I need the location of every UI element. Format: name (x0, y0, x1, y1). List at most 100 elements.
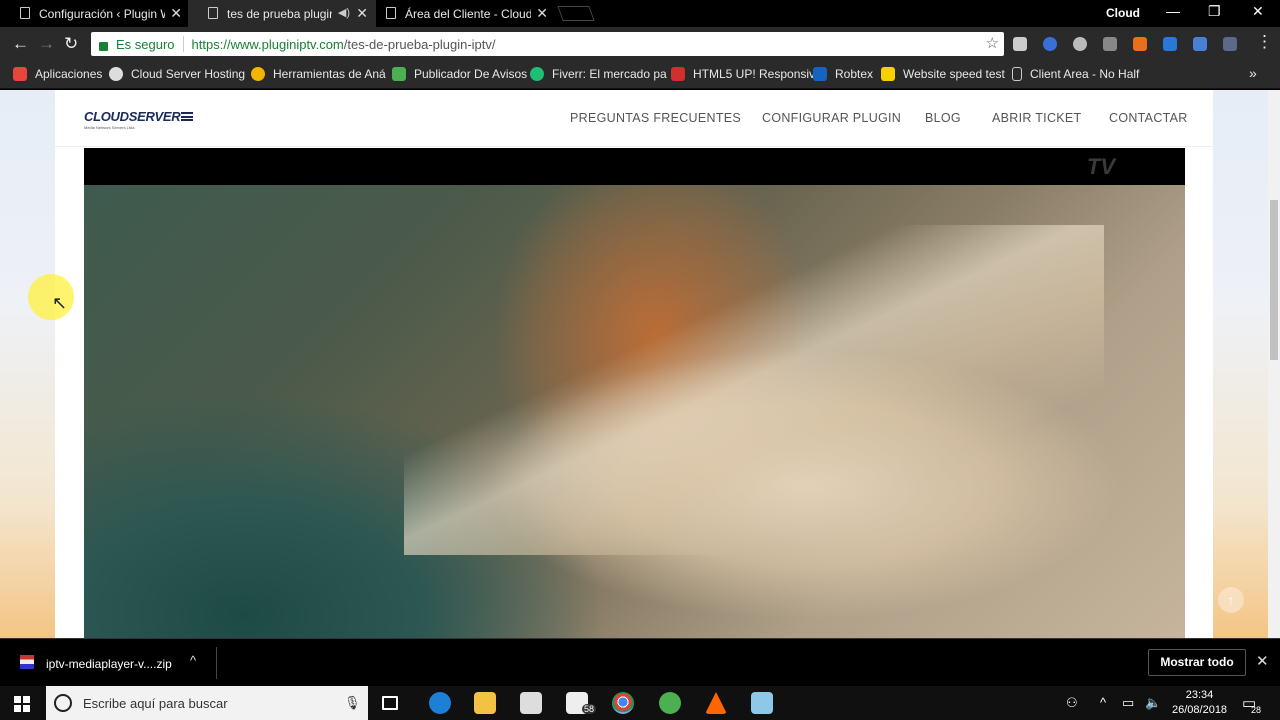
close-window-icon[interactable]: ✕ (1252, 3, 1264, 20)
back-to-top-button[interactable]: ↑ (1218, 587, 1244, 613)
task-view-icon[interactable] (382, 696, 398, 710)
bookmark-label: Herramientas de Aná (273, 67, 386, 81)
chevron-up-icon[interactable]: ^ (190, 653, 196, 668)
bookmark-publicador[interactable]: Publicador De Avisos (392, 67, 527, 81)
robtex-icon (813, 67, 827, 81)
bookmark-apps[interactable]: Aplicaciones (13, 67, 102, 81)
cortana-icon (54, 694, 72, 712)
nav-configurar-plugin[interactable]: CONFIGURAR PLUGIN (762, 111, 901, 125)
fiverr-icon (530, 67, 544, 81)
code-extension-icon[interactable] (1223, 37, 1237, 51)
bookmark-robtex[interactable]: Robtex (813, 67, 873, 81)
tab-tes-de-prueba[interactable]: tes de prueba plugin ◀) ✕ (188, 0, 376, 27)
network-icon[interactable]: ▭ (1122, 695, 1134, 711)
nav-contactar[interactable]: CONTACTAR (1109, 111, 1188, 125)
site-logo[interactable]: CLOUDSERVER Media Network Servers Ltda (84, 108, 194, 130)
close-tab-icon[interactable]: ✕ (170, 5, 182, 22)
translate-extension-icon[interactable] (1193, 37, 1207, 51)
site-container: CLOUDSERVER Media Network Servers Ltda P… (55, 90, 1244, 638)
video-frame-surfer (84, 185, 1185, 638)
android-icon (392, 67, 406, 81)
nav-abrir-ticket[interactable]: ABRIR TICKET (992, 111, 1082, 125)
new-tab-button[interactable] (557, 6, 595, 21)
circle-extension-icon[interactable] (1073, 37, 1087, 51)
download-bar: iptv-mediaplayer-v....zip ^ Mostrar todo… (0, 638, 1280, 686)
menu-icon[interactable]: ⋮ (1256, 32, 1273, 52)
tab-configuracion[interactable]: Configuración ‹ Plugin W ✕ (0, 0, 190, 27)
store-icon[interactable] (520, 692, 542, 714)
reload-icon[interactable]: ↻ (64, 34, 78, 54)
bookmark-cloud-server[interactable]: Cloud Server Hosting (109, 67, 245, 81)
bookmark-label: HTML5 UP! Responsiv (693, 67, 816, 81)
tab-area-cliente[interactable]: Área del Cliente - Cloud S ✕ (366, 0, 556, 27)
bookmarks-overflow-button[interactable]: » (1249, 65, 1257, 81)
bookmark-html5up[interactable]: HTML5 UP! Responsiv (671, 67, 815, 81)
bookmark-label: Website speed test (903, 67, 1005, 81)
bookmark-herramientas[interactable]: Herramientas de Aná (251, 67, 386, 81)
address-bar[interactable]: Es seguro https://www.pluginiptv.com/tes… (91, 32, 1004, 56)
profile-name[interactable]: Cloud (1106, 6, 1140, 20)
bookmarks-bar: Aplicaciones Cloud Server Hosting Herram… (0, 61, 1280, 89)
b-extension-icon[interactable] (1043, 37, 1057, 51)
url-path: /tes-de-prueba-plugin-iptv/ (343, 36, 496, 52)
app-icon[interactable] (751, 692, 773, 714)
page-icon (1012, 67, 1022, 81)
html5-icon (671, 67, 685, 81)
bookmark-fiverr[interactable]: Fiverr: El mercado pa (530, 67, 667, 81)
forward-icon[interactable]: → (38, 34, 55, 54)
divider (182, 36, 184, 52)
nav-blog[interactable]: BLOG (925, 111, 961, 125)
secure-label: Es seguro (116, 36, 175, 52)
close-tab-icon[interactable]: ✕ (536, 5, 548, 22)
m-extension-icon[interactable] (1103, 37, 1117, 51)
file-explorer-icon[interactable] (474, 692, 496, 714)
notification-count: 28 (1251, 705, 1262, 715)
people-icon[interactable]: ⚇ (1066, 695, 1078, 711)
bookmark-speed-test[interactable]: Website speed test (881, 67, 1005, 81)
bookmark-label: Fiverr: El mercado pa (552, 67, 667, 81)
microphone-icon[interactable]: 🎙 (344, 695, 361, 711)
windows-start-icon[interactable] (14, 696, 30, 712)
nav-preguntas-frecuentes[interactable]: PREGUNTAS FRECUENTES (570, 111, 741, 125)
tab-title: tes de prueba plugin (227, 6, 332, 21)
scrollbar-thumb[interactable] (1270, 200, 1278, 360)
download-filename[interactable]: iptv-mediaplayer-v....zip (46, 657, 172, 671)
close-download-bar-icon[interactable]: ✕ (1256, 652, 1269, 670)
page-icon (386, 7, 396, 19)
bookmark-client-area[interactable]: Client Area - No Half (1012, 67, 1139, 81)
bookmark-star-icon[interactable]: ☆ (986, 34, 999, 52)
fire-extension-icon[interactable] (1133, 37, 1147, 51)
system-clock[interactable]: 23:34 26/08/2018 (1172, 688, 1227, 718)
utorrent-icon[interactable] (659, 692, 681, 714)
minimize-icon[interactable]: — (1166, 3, 1180, 19)
show-all-button[interactable]: Mostrar todo (1148, 649, 1246, 676)
lock-icon (99, 41, 108, 51)
divider (216, 647, 217, 679)
chevron-up-icon[interactable]: ^ (1100, 695, 1106, 710)
clock-date: 26/08/2018 (1172, 704, 1228, 716)
bookmark-label: Client Area - No Half (1030, 67, 1140, 81)
apps-grid-icon (13, 67, 27, 81)
tab-strip: Configuración ‹ Plugin W ✕ tes de prueba… (0, 0, 1280, 27)
audio-playing-icon[interactable]: ◀) (338, 6, 350, 19)
drop-extension-icon[interactable] (1163, 37, 1177, 51)
search-placeholder: Escribe aquí para buscar (83, 696, 228, 711)
video-player[interactable]: TV (84, 148, 1185, 638)
bookmark-label: Robtex (835, 67, 874, 81)
page-icon (208, 7, 218, 19)
chrome-icon[interactable] (612, 692, 634, 714)
volume-icon[interactable]: 🔈 (1145, 695, 1161, 711)
page-icon (20, 7, 30, 19)
page-scrollbar[interactable] (1268, 90, 1280, 638)
edge-icon[interactable] (429, 692, 451, 714)
mail-extension-icon[interactable] (1013, 37, 1027, 51)
vlc-icon[interactable] (705, 692, 727, 714)
mouse-cursor-icon: ↖ (52, 293, 68, 313)
taskbar-search[interactable]: Escribe aquí para buscar 🎙 (46, 686, 368, 720)
speed-icon (881, 67, 895, 81)
logo-bars-icon (181, 112, 194, 121)
cursor-highlight (28, 274, 74, 320)
back-icon[interactable]: ← (12, 34, 29, 54)
bookmark-label: Publicador De Avisos (414, 67, 528, 81)
maximize-icon[interactable]: ❐ (1208, 3, 1221, 20)
